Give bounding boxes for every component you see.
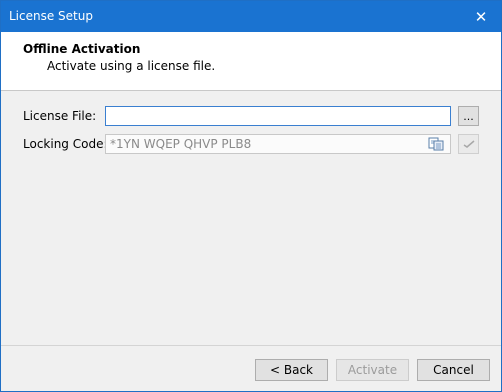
- copy-icon[interactable]: [428, 137, 444, 151]
- activate-button[interactable]: Activate: [336, 359, 409, 381]
- cancel-button[interactable]: Cancel: [417, 359, 490, 381]
- browse-button[interactable]: ...: [458, 106, 479, 126]
- back-button[interactable]: < Back: [255, 359, 328, 381]
- checkmark-icon: [463, 140, 474, 148]
- locking-code-field[interactable]: *1YN WQEP QHVP PLB8: [105, 134, 451, 154]
- locking-code-value: *1YN WQEP QHVP PLB8: [110, 137, 252, 151]
- close-button[interactable]: ✕: [461, 1, 501, 32]
- header-panel: Offline Activation Activate using a lice…: [1, 32, 501, 91]
- license-file-input[interactable]: [105, 106, 451, 126]
- window-title: License Setup: [9, 9, 93, 23]
- license-setup-window: License Setup ✕ Offline Activation Activ…: [0, 0, 502, 392]
- close-icon: ✕: [474, 7, 488, 26]
- apply-locking-code-button[interactable]: [458, 134, 479, 154]
- browse-button-label: ...: [463, 109, 474, 123]
- title-bar: License Setup ✕: [1, 1, 501, 32]
- page-subtitle: Activate using a license file.: [47, 59, 216, 73]
- license-file-label: License File:: [23, 109, 97, 123]
- page-title: Offline Activation: [23, 42, 141, 56]
- footer-divider: [1, 345, 501, 346]
- locking-code-label: Locking Code:: [23, 137, 108, 151]
